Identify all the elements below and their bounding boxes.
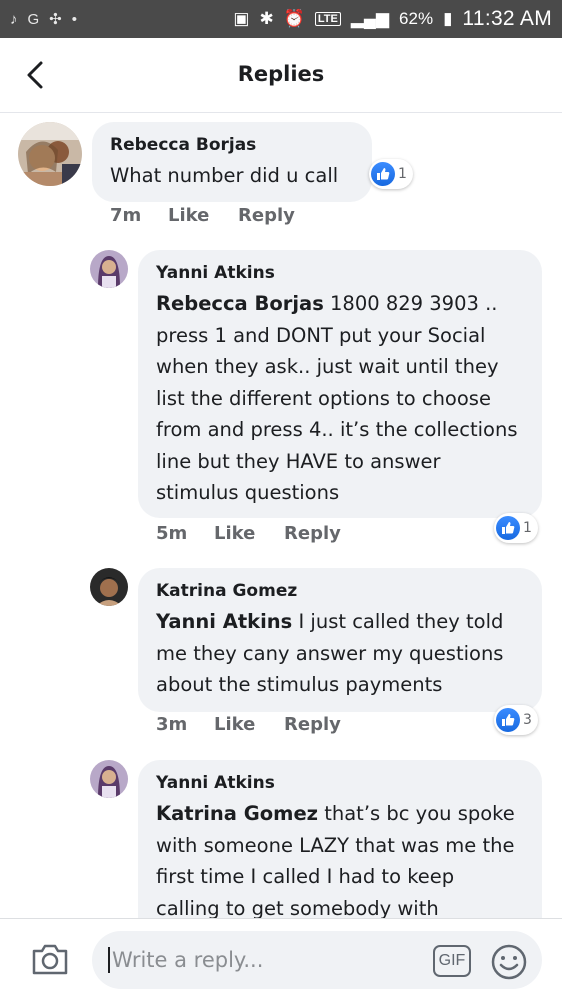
reply-input[interactable]: Write a reply... <box>92 931 542 989</box>
bluetooth-icon: ✱ <box>259 9 274 28</box>
reply-button[interactable]: Reply <box>284 523 341 544</box>
signal-icon: ▂▄▆ <box>350 9 390 28</box>
page-title: Replies <box>237 62 325 86</box>
replies-list[interactable]: Rebecca Borjas What number did u call 1 … <box>0 113 562 918</box>
avatar[interactable] <box>18 122 82 186</box>
comment-bubble[interactable]: Rebecca Borjas What number did u call <box>92 122 372 202</box>
more-notifications-dot: • <box>71 10 78 28</box>
status-bar-right: ▣ ✱ ⏰ LTE ▂▄▆ 62% ▮ 11:32 AM <box>233 7 552 31</box>
vibrate-icon: ▣ <box>233 9 250 28</box>
comment-author[interactable]: Yanni Atkins <box>156 772 524 794</box>
reaction-badge[interactable]: 1 <box>494 513 538 543</box>
status-bar: ♪ G ✣ • ▣ ✱ ⏰ LTE ▂▄▆ 62% ▮ 11:32 AM <box>0 0 562 38</box>
comment-author[interactable]: Rebecca Borjas <box>110 134 354 156</box>
comment-actions: 3m Like Reply <box>156 714 341 735</box>
comment-text: Katrina Gomez that’s bc you spoke with s… <box>156 798 524 918</box>
avatar[interactable] <box>90 568 128 606</box>
reply-placeholder: Write a reply... <box>112 948 264 972</box>
like-button[interactable]: Like <box>214 714 284 735</box>
status-bar-left: ♪ G ✣ • <box>10 10 78 29</box>
comment-author[interactable]: Yanni Atkins <box>156 262 524 284</box>
reaction-count: 3 <box>523 712 532 728</box>
comment-text: What number did u call <box>110 160 354 192</box>
reply-button[interactable]: Reply <box>284 714 341 735</box>
reaction-badge[interactable]: 1 <box>369 159 413 189</box>
comment-text: Yanni Atkins I just called they told me … <box>156 606 524 701</box>
avatar[interactable] <box>90 250 128 288</box>
like-thumb-icon <box>496 516 520 540</box>
like-thumb-icon <box>496 708 520 732</box>
emoji-icon <box>491 944 527 980</box>
comment-body: 1800 829 3903 .. press 1 and DONT put yo… <box>156 292 518 504</box>
comment-mention[interactable]: Rebecca Borjas <box>156 292 324 315</box>
comment-actions: 5m Like Reply <box>156 523 341 544</box>
comment-time: 7m <box>110 205 142 226</box>
comment-bubble[interactable]: Yanni Atkins Rebecca Borjas 1800 829 390… <box>138 250 542 518</box>
battery-percent: 62% <box>399 9 434 28</box>
comment-actions: 7m Like Reply <box>110 205 295 226</box>
reaction-badge[interactable]: 3 <box>494 705 538 735</box>
camera-button[interactable] <box>30 941 70 977</box>
lte-indicator: LTE <box>314 12 341 26</box>
like-button[interactable]: Like <box>214 523 284 544</box>
reply-composer: Write a reply... GIF <box>0 918 562 1000</box>
comment-author[interactable]: Katrina Gomez <box>156 580 524 602</box>
comment-time: 3m <box>156 714 188 735</box>
music-notification-icon: ♪ <box>10 10 18 28</box>
comment-bubble[interactable]: Yanni Atkins Katrina Gomez that’s bc you… <box>138 760 542 918</box>
battery-icon: ▮ <box>443 9 453 28</box>
comment-mention[interactable]: Katrina Gomez <box>156 802 318 825</box>
like-button[interactable]: Like <box>168 205 238 226</box>
gif-icon: GIF <box>438 952 466 969</box>
header: Replies <box>0 38 562 113</box>
avatar-photo <box>90 760 128 798</box>
clock: 11:32 AM <box>462 7 552 30</box>
avatar-photo <box>18 122 82 186</box>
reply-button[interactable]: Reply <box>238 205 295 226</box>
network-notification-icon: ✣ <box>49 11 62 28</box>
reaction-count: 1 <box>398 166 407 182</box>
avatar-photo <box>90 250 128 288</box>
comment-text: Rebecca Borjas 1800 829 3903 .. press 1 … <box>156 288 524 509</box>
comment-body: What number did u call <box>110 164 339 187</box>
emoji-button[interactable] <box>490 943 528 981</box>
app-notification-icon: G <box>27 10 40 28</box>
avatar[interactable] <box>90 760 128 798</box>
alarm-icon: ⏰ <box>283 9 305 28</box>
comment-mention[interactable]: Yanni Atkins <box>156 610 292 633</box>
comment-time: 5m <box>156 523 188 544</box>
text-cursor <box>108 947 110 973</box>
reaction-count: 1 <box>523 520 532 536</box>
camera-icon <box>32 944 68 975</box>
comment-bubble[interactable]: Katrina Gomez Yanni Atkins I just called… <box>138 568 542 712</box>
avatar-photo <box>90 568 128 606</box>
gif-button[interactable]: GIF <box>433 945 471 977</box>
like-thumb-icon <box>371 162 395 186</box>
